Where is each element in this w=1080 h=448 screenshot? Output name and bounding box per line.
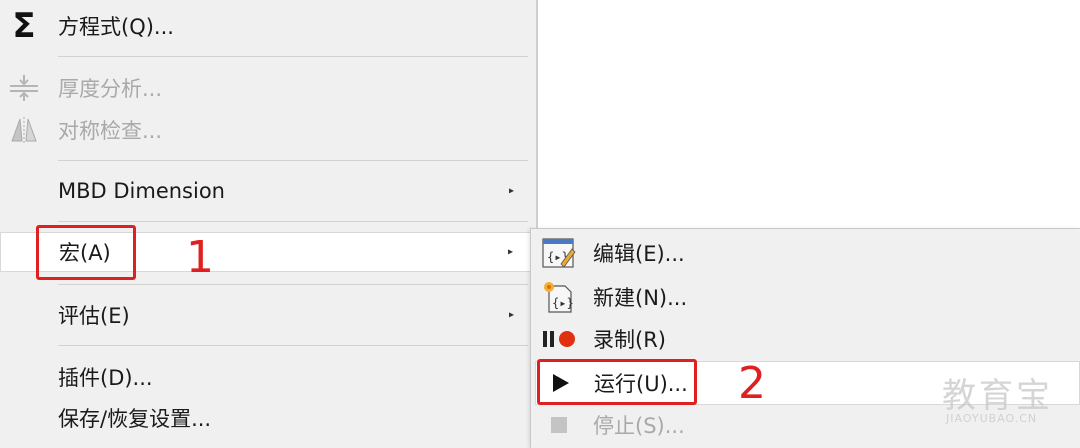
submenu-item-label: 编辑(E)... — [593, 242, 685, 266]
watermark-url: JIAOYUBAO.CN — [946, 412, 1038, 425]
record-icon — [539, 321, 579, 357]
menu-item-label: 对称检查... — [58, 119, 163, 143]
menu-item-save-restore-settings[interactable]: 保存/恢复设置... — [0, 398, 536, 438]
menu-item-thickness-analysis: 厚度分析... — [0, 68, 536, 108]
menu-item-label: 方程式(Q)... — [58, 15, 174, 39]
macro-new-icon: {▸} — [539, 279, 579, 315]
menu-item-label: 插件(D)... — [58, 366, 153, 390]
menu-item-label: 保存/恢复设置... — [58, 407, 212, 431]
menu-separator — [58, 56, 528, 57]
submenu-arrow-icon: ▸ — [507, 246, 513, 258]
submenu-item-label: 新建(N)... — [593, 286, 688, 310]
menu-item-evaluate[interactable]: 评估(E) ▸ — [0, 295, 536, 335]
macro-edit-icon: {▸} — [539, 235, 579, 271]
submenu-item-edit[interactable]: {▸} 编辑(E)... — [531, 233, 1080, 273]
submenu-arrow-icon: ▸ — [508, 309, 514, 321]
menu-item-label: 评估(E) — [58, 304, 130, 328]
menu-separator — [58, 160, 528, 161]
menu-separator — [58, 345, 528, 346]
symmetry-check-icon — [6, 112, 42, 148]
menu-separator — [58, 221, 528, 222]
annotation-step-2: 2 — [738, 358, 766, 409]
submenu-arrow-icon: ▸ — [508, 185, 514, 197]
stop-icon — [539, 407, 579, 443]
annotation-step-1: 1 — [186, 232, 214, 283]
menu-item-addins[interactable]: 插件(D)... — [0, 357, 536, 397]
sigma-icon: Σ — [12, 6, 36, 46]
menu-item-equation[interactable]: Σ 方程式(Q)... — [0, 6, 536, 46]
submenu-item-label: 停止(S)... — [593, 414, 685, 438]
menu-separator — [58, 284, 528, 285]
submenu-item-new[interactable]: {▸} 新建(N)... — [531, 277, 1080, 317]
submenu-item-label: 录制(R) — [593, 328, 666, 352]
menu-item-label: 厚度分析... — [58, 77, 163, 101]
svg-text:{▸}: {▸} — [552, 296, 574, 310]
submenu-item-record[interactable]: 录制(R) — [531, 319, 1080, 359]
menu-item-mbd-dimension[interactable]: MBD Dimension ▸ — [0, 171, 536, 211]
menu-item-symmetry-check: 对称检查... — [0, 110, 536, 150]
tools-menu: Σ 方程式(Q)... 厚度分析... 对称检查... MBD Dimensio… — [0, 0, 538, 448]
watermark-logo: 教育宝 — [942, 376, 1053, 416]
menu-item-label: MBD Dimension — [58, 179, 225, 203]
annotation-box-run — [537, 359, 697, 405]
annotation-box-macro — [36, 225, 136, 280]
thickness-analysis-icon — [6, 70, 42, 106]
